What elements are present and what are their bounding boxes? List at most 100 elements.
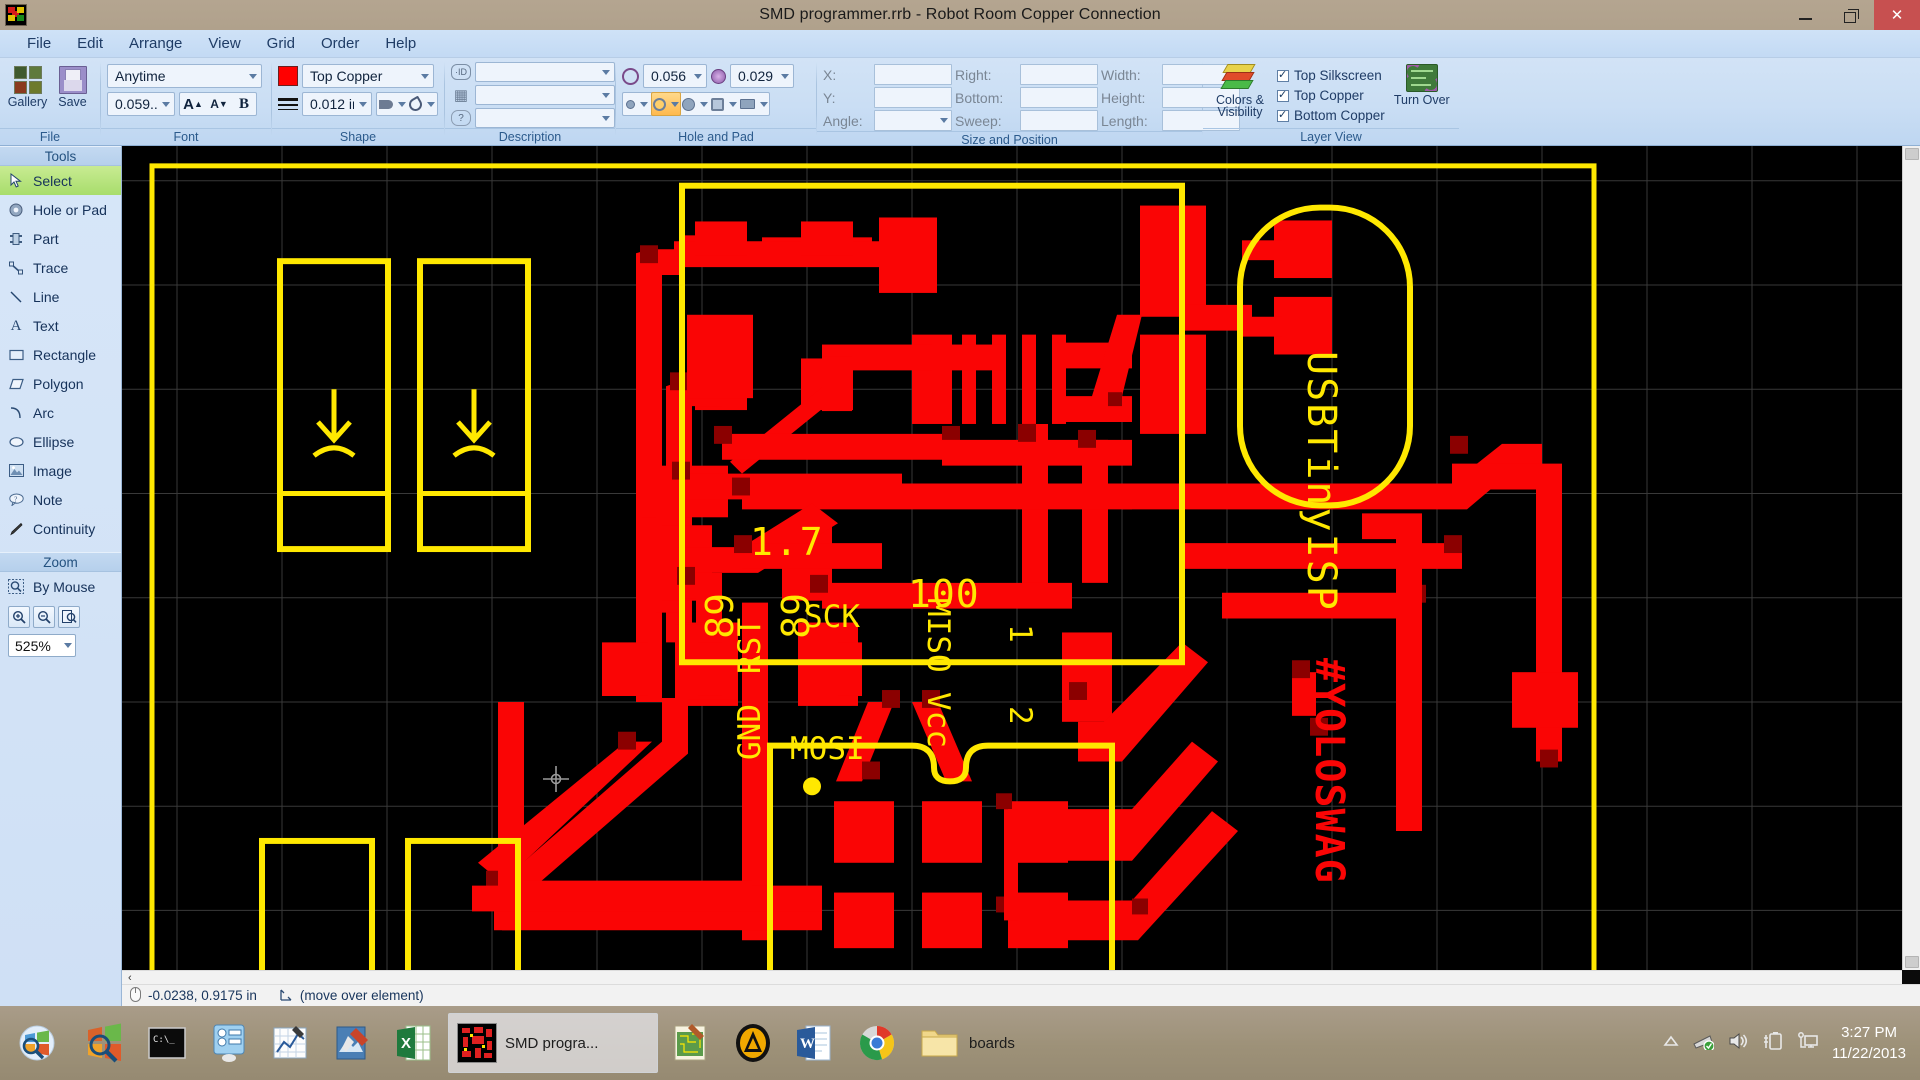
layer-combo[interactable]: Top Copper bbox=[302, 64, 434, 88]
line-cap-button[interactable] bbox=[377, 92, 407, 116]
copper-connection-icon bbox=[457, 1023, 497, 1063]
turn-over-icon bbox=[1405, 64, 1438, 92]
field-bottom[interactable] bbox=[1020, 87, 1098, 108]
menu-item-file[interactable]: File bbox=[14, 32, 64, 55]
tool-text[interactable]: A Text bbox=[0, 311, 121, 340]
description-note-combo[interactable] bbox=[475, 108, 615, 128]
pad-shape-large-circle-button[interactable] bbox=[681, 92, 709, 116]
pcb-canvas[interactable]: USBTinyISP #YOLOSWAG 89 89 1.7 100 RST G… bbox=[122, 146, 1902, 970]
vertical-scrollbar[interactable] bbox=[1902, 146, 1920, 970]
network-icon[interactable] bbox=[1692, 1032, 1715, 1055]
tool-arc[interactable]: Arc bbox=[0, 398, 121, 427]
taskbar-item-excel[interactable]: X bbox=[386, 1013, 444, 1073]
pad-size-combo[interactable]: 0.029 in bbox=[730, 64, 794, 88]
fill-button[interactable] bbox=[406, 92, 437, 116]
turn-over-button[interactable]: Turn Over bbox=[1391, 62, 1453, 106]
menu-item-help[interactable]: Help bbox=[372, 32, 429, 55]
menu-item-order[interactable]: Order bbox=[308, 32, 372, 55]
field-angle[interactable] bbox=[874, 110, 952, 131]
checkbox-top-silkscreen[interactable]: Top Silkscreen bbox=[1277, 67, 1385, 84]
zoom-out-button[interactable] bbox=[33, 606, 55, 628]
field-label-width: Width: bbox=[1101, 66, 1141, 83]
scroll-down-arrow[interactable] bbox=[1905, 956, 1919, 968]
close-button[interactable]: ✕ bbox=[1874, 0, 1920, 30]
tool-line[interactable]: Line bbox=[0, 282, 121, 311]
taskbar-item-eagle[interactable] bbox=[662, 1013, 720, 1073]
font-bold-button[interactable]: B bbox=[232, 92, 256, 116]
taskbar-item-autodesk[interactable] bbox=[724, 1013, 782, 1073]
tool-ellipse[interactable]: Ellipse bbox=[0, 427, 121, 456]
font-shrink-button[interactable]: A ▼ bbox=[206, 92, 232, 116]
start-button[interactable] bbox=[0, 1006, 74, 1080]
save-button[interactable]: Save bbox=[51, 64, 94, 108]
description-group-combo[interactable] bbox=[475, 85, 615, 105]
volume-icon[interactable] bbox=[1727, 1032, 1749, 1055]
pad-shape-rectangle-button[interactable] bbox=[739, 92, 769, 116]
description-id-combo[interactable] bbox=[475, 62, 615, 82]
tool-hole-or-pad[interactable]: Hole or Pad bbox=[0, 195, 121, 224]
ribbon-group-description: ·ID ▦ ? Description bbox=[445, 58, 615, 146]
show-hidden-icons-button[interactable] bbox=[1663, 1034, 1679, 1052]
zoom-level-combo[interactable]: 525% bbox=[8, 634, 76, 657]
pad-shape-small-circle-button[interactable] bbox=[623, 92, 651, 116]
battery-icon[interactable] bbox=[1762, 1031, 1784, 1056]
font-family-combo[interactable]: Anytime bbox=[107, 64, 262, 88]
taskbar-item-command-prompt[interactable]: C:\_ bbox=[138, 1013, 196, 1073]
ribbon-group-label-layer-view: Layer View bbox=[1203, 128, 1459, 146]
minimize-button[interactable] bbox=[1782, 0, 1828, 30]
field-x[interactable] bbox=[874, 64, 952, 85]
zoom-fit-button[interactable] bbox=[58, 606, 80, 628]
pad-shape-rounded-square-button[interactable] bbox=[709, 92, 739, 116]
tool-continuity[interactable]: Continuity bbox=[0, 514, 121, 543]
font-size-combo[interactable]: 0.059... bbox=[107, 92, 175, 116]
tool-rectangle[interactable]: Rectangle bbox=[0, 340, 121, 369]
field-sweep[interactable] bbox=[1020, 110, 1098, 131]
maximize-button[interactable] bbox=[1828, 0, 1874, 30]
checkbox-bottom-copper[interactable]: Bottom Copper bbox=[1277, 107, 1385, 124]
zoom-in-button[interactable] bbox=[8, 606, 30, 628]
hole-size-combo[interactable]: 0.056 in bbox=[643, 64, 707, 88]
system-tray: 3:27 PM 11/22/2013 bbox=[1663, 1006, 1920, 1080]
tool-part[interactable]: Part bbox=[0, 224, 121, 253]
menu-item-arrange[interactable]: Arrange bbox=[116, 32, 195, 55]
tool-image[interactable]: Image bbox=[0, 456, 121, 485]
taskbar-item-boards-folder[interactable]: boards bbox=[910, 1013, 1110, 1073]
chevron-down-icon bbox=[671, 101, 679, 107]
taskbar-item-paint[interactable] bbox=[324, 1013, 382, 1073]
menu-item-view[interactable]: View bbox=[195, 32, 253, 55]
menu-item-edit[interactable]: Edit bbox=[64, 32, 116, 55]
tool-select[interactable]: Select bbox=[0, 166, 121, 195]
taskbar-item-graph-notepad[interactable] bbox=[262, 1013, 320, 1073]
menu-item-grid[interactable]: Grid bbox=[254, 32, 308, 55]
thickness-combo[interactable]: 0.012 in bbox=[302, 92, 372, 116]
field-y[interactable] bbox=[874, 87, 952, 108]
tool-label: Rectangle bbox=[33, 346, 97, 363]
checkbox-label: Top Silkscreen bbox=[1294, 68, 1382, 83]
tool-trace[interactable]: Trace bbox=[0, 253, 121, 282]
taskbar-item-word[interactable]: W bbox=[786, 1013, 844, 1073]
pad-shape-circle-button[interactable] bbox=[651, 92, 681, 116]
probe-icon bbox=[8, 521, 24, 537]
field-right[interactable] bbox=[1020, 64, 1098, 85]
zoom-by-mouse[interactable]: By Mouse bbox=[0, 572, 121, 601]
turn-over-label: Turn Over bbox=[1393, 93, 1450, 107]
display-icon[interactable] bbox=[1797, 1031, 1819, 1056]
taskbar-item-settings[interactable] bbox=[200, 1013, 258, 1073]
taskbar-item-smd-programmer[interactable]: SMD progra... bbox=[448, 1013, 658, 1073]
tool-polygon[interactable]: Polygon bbox=[0, 369, 121, 398]
panel-collapse-strip[interactable]: ‹ bbox=[122, 970, 1902, 984]
taskbar-item-magnifier[interactable] bbox=[76, 1013, 134, 1073]
taskbar-item-chrome[interactable] bbox=[848, 1013, 906, 1073]
zoom-buttons bbox=[0, 601, 121, 628]
layer-color-swatch[interactable] bbox=[278, 66, 298, 86]
svg-text:X: X bbox=[401, 1035, 411, 1052]
font-style-buttons: A ▲ A ▼ B bbox=[179, 92, 257, 116]
font-grow-label: A bbox=[183, 95, 194, 113]
colors-visibility-button[interactable]: Colors & Visibility bbox=[1209, 62, 1271, 118]
gallery-button[interactable]: Gallery bbox=[6, 64, 49, 108]
tool-note[interactable]: ? Note bbox=[0, 485, 121, 514]
checkbox-top-copper[interactable]: Top Copper bbox=[1277, 87, 1385, 104]
clock[interactable]: 3:27 PM 11/22/2013 bbox=[1832, 1022, 1906, 1064]
scroll-up-arrow[interactable] bbox=[1905, 148, 1919, 160]
font-grow-button[interactable]: A ▲ bbox=[180, 92, 206, 116]
